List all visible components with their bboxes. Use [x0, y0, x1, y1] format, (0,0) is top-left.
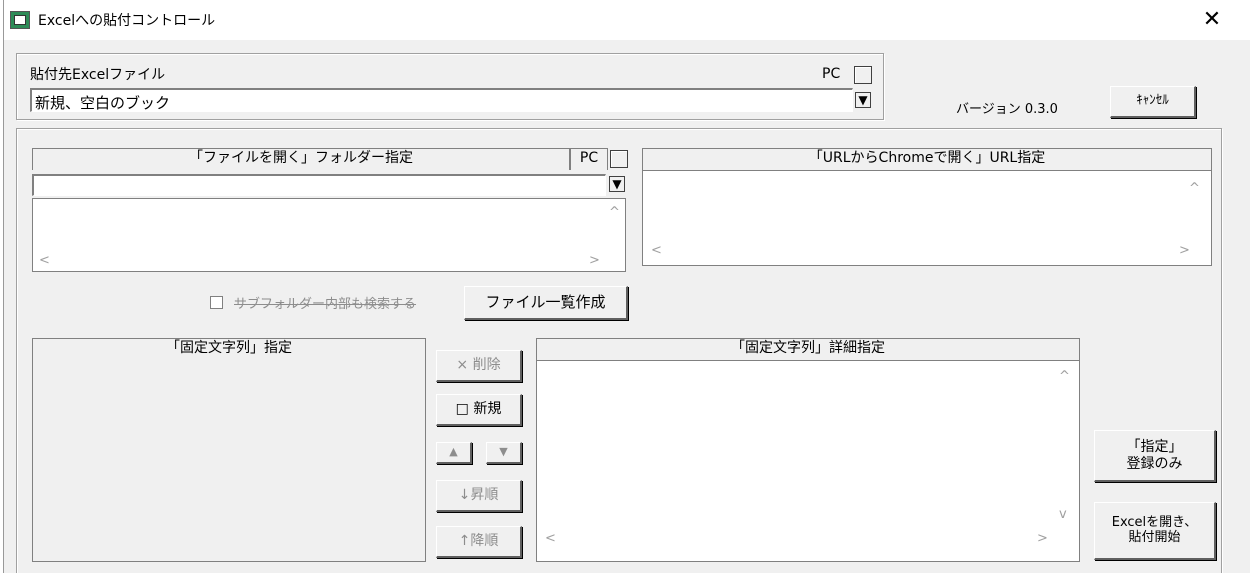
url-list-box[interactable]: ^ < > — [642, 170, 1212, 266]
fixed-detail-text-area[interactable]: ^ v < > — [536, 360, 1080, 562]
file-list-create-button[interactable]: ファイル一覧作成 — [464, 286, 628, 320]
paste-target-dropdown-icon[interactable]: ▼ — [855, 92, 871, 108]
open-excel-and-paste-button[interactable]: Excelを開き、 貼付開始 — [1094, 502, 1216, 560]
fixed-string-list-box[interactable] — [32, 360, 426, 562]
url-panel-title: 「URLからChromeで開く」URL指定 — [808, 150, 1046, 166]
fixed-string-panel-header: 「固定文字列」指定 — [32, 338, 426, 360]
version-text: バージョン 0.3.0 — [956, 102, 1058, 117]
fixed-detail-panel-header: 「固定文字列」詳細指定 — [536, 338, 1080, 360]
open-excel-line1: Excelを開き、 — [1111, 514, 1198, 530]
background-left-strip — [0, 0, 4, 573]
move-up-button[interactable]: ▲ — [436, 442, 472, 464]
paste-target-label: 貼付先Excelファイル — [30, 67, 166, 83]
folder-panel-header: 「ファイルを開く」フォルダー指定 — [32, 148, 570, 170]
folder-pc-label: PC — [579, 150, 599, 166]
folder-dropdown-icon[interactable]: ▼ — [609, 176, 625, 192]
detail-scroll-down-icon[interactable]: v — [1059, 507, 1067, 522]
folder-pc-label-box: PC — [570, 148, 608, 170]
folder-pc-checkbox[interactable] — [610, 150, 628, 168]
paste-target-select[interactable]: 新規、空白のブック — [30, 88, 853, 112]
folder-list-scroll-up-icon[interactable]: ^ — [609, 205, 620, 220]
subfolder-checkbox-label: サブフォルダー内部も検索する — [234, 297, 417, 312]
url-panel-header: 「URLからChromeで開く」URL指定 — [642, 148, 1212, 170]
window-title: Excelへの貼付コントロール — [38, 13, 216, 29]
register-only-line1: 「指定」 — [1126, 439, 1183, 456]
sort-ascending-button[interactable]: ↓昇順 — [436, 480, 522, 512]
move-down-button[interactable]: ▼ — [486, 442, 522, 464]
folder-list-scroll-left-icon[interactable]: < — [39, 253, 50, 268]
sort-descending-button[interactable]: ↑降順 — [436, 526, 522, 558]
delete-button[interactable]: × 削除 — [436, 350, 522, 382]
paste-target-value: 新規、空白のブック — [35, 94, 171, 112]
url-list-scroll-right-icon[interactable]: > — [1179, 243, 1190, 258]
cancel-button[interactable]: ｷｬﾝｾﾙ — [1110, 86, 1196, 118]
folder-panel-title: 「ファイルを開く」フォルダー指定 — [189, 150, 413, 166]
paste-target-pc-label: PC — [822, 66, 841, 82]
register-only-button[interactable]: 「指定」 登録のみ — [1094, 430, 1216, 482]
open-excel-line2: 貼付開始 — [1128, 529, 1181, 545]
subfolder-checkbox[interactable] — [210, 296, 223, 309]
paste-target-pc-checkbox[interactable] — [854, 66, 872, 84]
excel-app-icon — [10, 11, 30, 29]
close-icon[interactable]: ✕ — [1194, 5, 1230, 35]
fixed-string-panel-title: 「固定文字列」指定 — [166, 340, 292, 356]
detail-scroll-right-icon[interactable]: > — [1037, 531, 1048, 546]
detail-scroll-left-icon[interactable]: < — [545, 531, 556, 546]
detail-scroll-up-icon[interactable]: ^ — [1059, 369, 1070, 384]
folder-list-box[interactable]: ^ < > — [32, 198, 626, 272]
folder-path-input[interactable] — [32, 174, 606, 196]
folder-list-scroll-right-icon[interactable]: > — [589, 253, 600, 268]
url-list-scroll-left-icon[interactable]: < — [651, 243, 662, 258]
new-button[interactable]: □ 新規 — [436, 394, 522, 426]
register-only-line2: 登録のみ — [1126, 455, 1183, 472]
url-list-scroll-up-icon[interactable]: ^ — [1189, 181, 1200, 196]
fixed-detail-panel-title: 「固定文字列」詳細指定 — [731, 340, 885, 356]
